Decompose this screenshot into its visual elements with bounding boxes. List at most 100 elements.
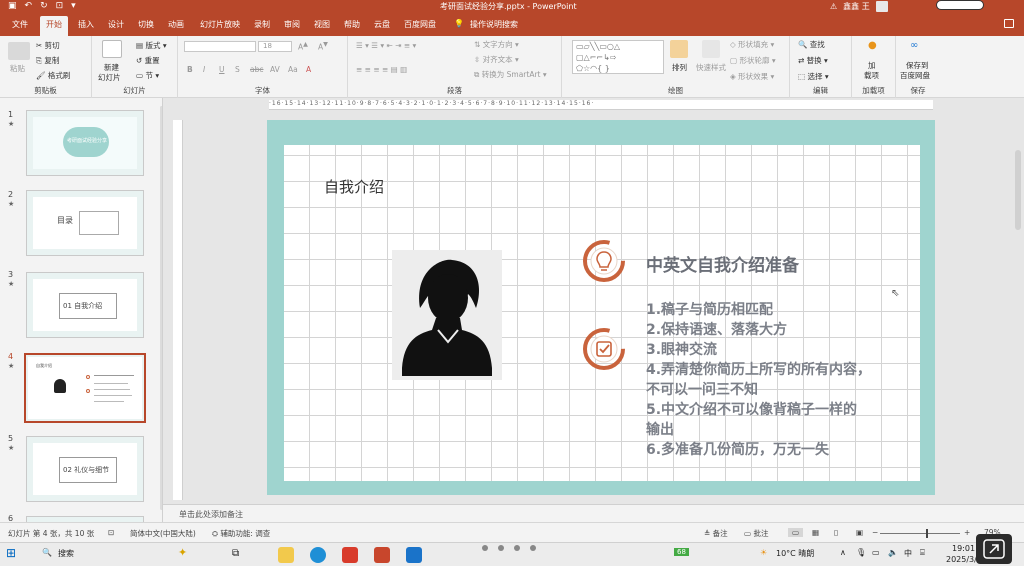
lightbulb-icon[interactable] (582, 239, 626, 283)
paste-icon[interactable] (8, 42, 30, 60)
tab-insert[interactable]: 插入 (78, 19, 94, 30)
shape-fill-button[interactable]: ◇ 形状填充 ▾ (730, 39, 774, 50)
user-area[interactable]: ⚠ 鑫鑫 王 (830, 1, 888, 12)
weather-icon[interactable]: ☀ (760, 548, 767, 557)
current-slide[interactable]: 自我介绍 中英文自我介绍准备 1.稿子与简历相匹配 2.保持语速、落落大方 3.… (267, 120, 935, 495)
wps-icon[interactable] (342, 547, 358, 563)
share-pill-button[interactable] (936, 0, 984, 10)
reading-view-icon[interactable]: ▯ (834, 528, 838, 537)
battery-tray-icon[interactable]: ▭ (872, 548, 880, 557)
align-icons[interactable]: ≡ ≡ ≡ ≡ ▤ ▥ (356, 65, 407, 74)
checkbox-icon[interactable] (582, 327, 626, 371)
addin-button-label[interactable]: 载项 (864, 70, 879, 81)
thumbnail-slide-5[interactable]: 02 礼仪与细节 (26, 436, 144, 502)
tab-home[interactable]: 开始 (40, 16, 68, 36)
tab-slideshow[interactable]: 幻灯片放映 (200, 19, 240, 30)
tab-baidu[interactable]: 百度网盘 (404, 19, 436, 30)
thumbnail-slide-1[interactable]: 考研面试经验分享 (26, 110, 144, 176)
volume-icon[interactable]: 🔈 (888, 548, 898, 557)
layout-button[interactable]: ▤ 版式 ▾ (136, 40, 167, 51)
tell-me-search[interactable]: 操作说明搜索 (470, 19, 518, 30)
cut-button[interactable]: ✂ 剪切 (36, 40, 60, 51)
tab-transitions[interactable]: 切换 (138, 19, 154, 30)
shape-effects-button[interactable]: ◈ 形状效果 ▾ (730, 71, 774, 82)
thumbnail-slide-3[interactable]: 01 自我介绍 (26, 272, 144, 338)
new-slide-icon[interactable] (102, 40, 122, 58)
app-icon[interactable] (406, 547, 422, 563)
comment-icon[interactable] (1004, 19, 1014, 28)
avatar[interactable] (875, 1, 888, 12)
network-icon[interactable]: ⌸ (920, 548, 925, 558)
tab-record[interactable]: 录制 (254, 19, 270, 30)
expand-icon[interactable] (976, 534, 1012, 564)
reset-button[interactable]: ↺ 重置 (136, 55, 160, 66)
copy-button[interactable]: ⎘ 复制 (36, 55, 59, 66)
bold-button[interactable]: B (187, 65, 193, 74)
save-to-baidu-label[interactable]: 百度网盘 (900, 70, 930, 81)
tab-review[interactable]: 审阅 (284, 19, 300, 30)
file-explorer-icon[interactable] (278, 547, 294, 563)
strikethrough-button[interactable]: abc (250, 65, 263, 74)
notes-placeholder[interactable]: 单击此处添加备注 (179, 509, 243, 520)
font-color-icon[interactable]: A (306, 65, 311, 74)
search-icon[interactable]: 🔍 (42, 548, 52, 557)
shadow-button[interactable]: S (235, 65, 240, 74)
format-painter-button[interactable]: 🖌 格式刷 (36, 70, 70, 81)
accessibility-status[interactable]: ⛭ 辅助功能: 调查 (212, 528, 270, 539)
bullets-icon[interactable]: ☰ ▾ ☰ ▾ ⇤ ⇥ ≡ ▾ (356, 41, 416, 50)
copilot-icon[interactable]: ✦ (178, 546, 187, 559)
change-case-button[interactable]: Aa (288, 65, 298, 74)
quick-styles-button[interactable]: 快速样式 (696, 62, 726, 73)
zoom-out-icon[interactable]: − (872, 528, 878, 537)
section-button[interactable]: ▭ 节 ▾ (136, 70, 159, 81)
save-icon[interactable]: ▣ (8, 1, 17, 11)
comments-toggle[interactable]: ▭ 批注 (744, 528, 768, 539)
slide-title[interactable]: 自我介绍 (324, 176, 384, 197)
shape-gallery[interactable]: ▭▱╲╲▭○△ ▢△⌐⌐↳⇨ ⬠☆◠{ } (572, 40, 664, 74)
slide-sorter-icon[interactable]: ▦ (812, 528, 819, 537)
italic-button[interactable]: I (203, 65, 205, 74)
weather-text[interactable]: 10°C 晴朗 (776, 548, 814, 559)
slideshow-view-icon[interactable]: ▣ (856, 528, 863, 537)
find-button[interactable]: 🔍 查找 (798, 39, 825, 50)
zoom-in-icon[interactable]: + (964, 528, 970, 537)
baidu-cloud-icon[interactable]: ∞ (910, 40, 918, 51)
customize-qa-icon[interactable]: ▾ (71, 1, 76, 11)
tray-chevron-icon[interactable]: ∧ (840, 548, 846, 557)
taskview-icon[interactable]: ⧉ (232, 548, 239, 559)
spellcheck-icon[interactable]: ⊡ (108, 528, 114, 537)
arrange-button[interactable]: 排列 (672, 62, 687, 73)
align-text-button[interactable]: ⇳ 对齐文本 ▾ (474, 54, 519, 65)
redo-icon[interactable]: ↻ (40, 1, 48, 11)
notes-toggle[interactable]: ≜ 备注 (704, 528, 728, 539)
tab-cloud[interactable]: 云盘 (374, 19, 390, 30)
clock-time[interactable]: 19:01 (952, 544, 975, 553)
windows-start-icon[interactable]: ⊞ (6, 546, 16, 560)
tab-animations[interactable]: 动画 (168, 19, 184, 30)
tab-design[interactable]: 设计 (108, 19, 124, 30)
zoom-slider-track[interactable] (880, 533, 960, 534)
person-image[interactable] (392, 250, 502, 380)
arrange-icon[interactable] (670, 40, 688, 58)
taskbar-search[interactable]: 搜索 (58, 548, 74, 559)
smartart-button[interactable]: ⧉ 转换为 SmartArt ▾ (474, 69, 547, 80)
slide-heading[interactable]: 中英文自我介绍准备 (646, 251, 799, 276)
thumbnail-slide-4[interactable]: 自我介绍 (24, 353, 146, 423)
ime-indicator[interactable]: 中 (904, 548, 912, 559)
tab-view[interactable]: 视图 (314, 19, 330, 30)
font-size-input[interactable]: 18 (258, 41, 292, 52)
clock-date[interactable]: 2025/3/ (946, 555, 977, 564)
powerpoint-icon[interactable] (374, 547, 390, 563)
underline-button[interactable]: U (219, 65, 225, 74)
editor-scrollbar[interactable] (1015, 150, 1021, 230)
decrease-font-icon[interactable]: A▼ (318, 41, 328, 52)
thumbnail-slide-2[interactable]: 目录 (26, 190, 144, 256)
addin-icon[interactable]: ● (868, 40, 877, 51)
tab-help[interactable]: 帮助 (344, 19, 360, 30)
normal-view-icon[interactable]: ▭ (788, 528, 804, 537)
slide-tips-list[interactable]: 1.稿子与简历相匹配 2.保持语速、落落大方 3.眼神交流 4.弄清楚你简历上所… (646, 300, 916, 460)
undo-icon[interactable]: ↶ (25, 1, 33, 11)
new-slide-label[interactable]: 幻灯片 (98, 72, 121, 83)
replace-button[interactable]: ⇄ 替换 ▾ (798, 55, 828, 66)
start-presentation-icon[interactable]: ⊡ (56, 1, 64, 11)
